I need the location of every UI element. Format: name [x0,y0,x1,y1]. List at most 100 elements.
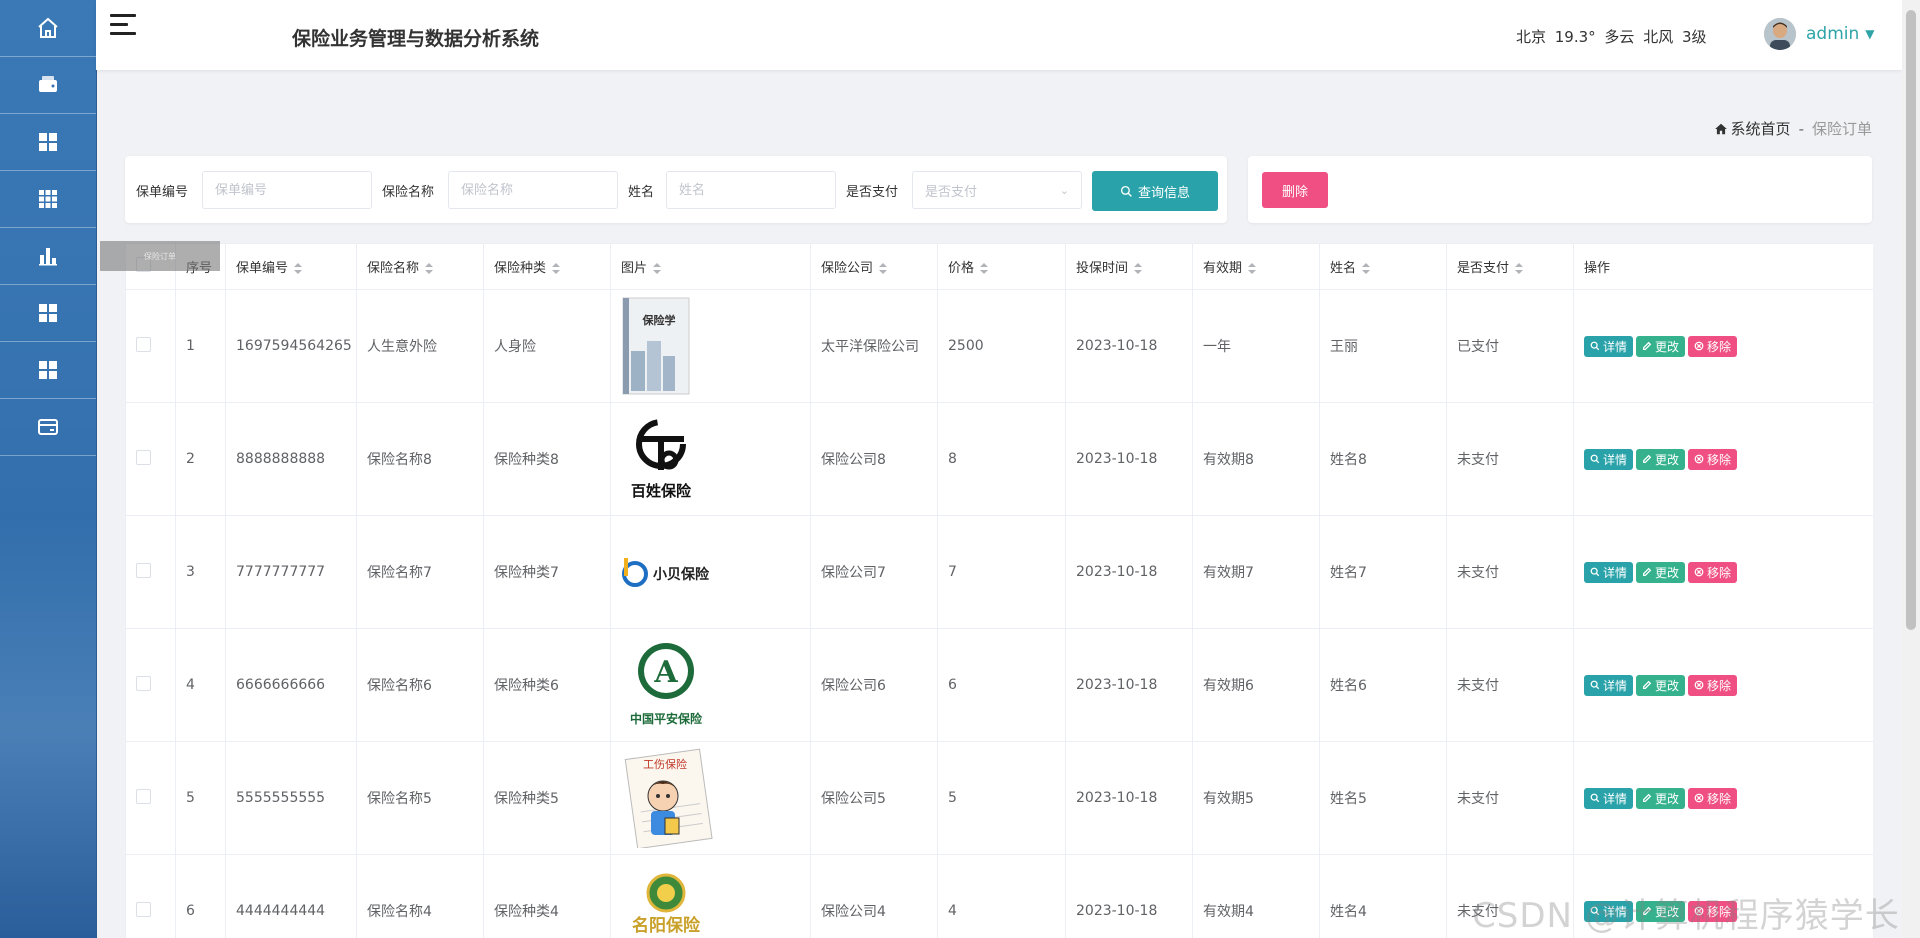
policy-no-input[interactable] [202,171,372,209]
menu-toggle-icon[interactable] [110,14,136,38]
sidebar-item-card[interactable] [0,399,96,456]
edit-button[interactable]: 更改 [1636,674,1686,696]
sort-icon[interactable] [294,262,303,275]
sort-icon[interactable] [1248,262,1257,275]
edit-label: 更改 [1655,452,1680,467]
sidebar-item-wallet[interactable] [0,57,96,114]
remove-label: 移除 [1707,452,1732,467]
header-insurance-type[interactable]: 保险种类 [483,243,611,290]
name-label: 姓名 [628,185,655,200]
cell-image: 名阳保险MINGYANG INSURANCE [610,854,811,938]
sort-icon[interactable] [1515,262,1524,275]
remove-button[interactable]: 移除 [1688,787,1738,809]
detail-button[interactable]: 详情 [1584,335,1634,357]
header-insurance-name[interactable]: 保险名称 [356,243,484,290]
scrollbar-thumb[interactable] [1906,10,1916,630]
row-checkbox[interactable] [136,449,151,465]
cell-insurance-type: 保险种类8 [483,402,611,516]
insurance-name-input[interactable] [448,171,618,209]
sort-icon[interactable] [552,262,561,275]
row-checkbox[interactable] [136,788,151,804]
cell-paid: 未支付 [1446,628,1574,742]
sort-icon[interactable] [1362,262,1371,275]
paid-select[interactable]: 是否支付 ⌄ [912,171,1082,209]
insurance-image: 保险学 [622,297,690,395]
cell-image: 工伤保险 [610,741,811,855]
top-header: 保险业务管理与数据分析系统 北京 19.3° 多云 北风 3级 admin ▼ [96,0,1902,70]
cell-validity: 有效期7 [1192,515,1320,629]
weather-info: 北京 19.3° 多云 北风 3级 [1516,28,1707,46]
logo-text: 名阳保险 [632,915,701,936]
cell-insurance-name: 保险名称8 [356,402,484,516]
sort-icon[interactable] [425,262,434,275]
edit-button[interactable]: 更改 [1636,335,1686,357]
edit-button[interactable]: 更改 [1636,448,1686,470]
detail-button[interactable]: 详情 [1584,561,1634,583]
sidebar-item-home[interactable] [0,0,96,57]
remove-label: 移除 [1707,339,1732,354]
cell-paid: 未支付 [1446,741,1574,855]
insurance-image: 小贝保险 [622,558,710,587]
header-validity[interactable]: 有效期 [1192,243,1320,290]
sidebar-item-grid-3[interactable] [0,342,96,399]
cell-name: 王丽 [1319,289,1447,403]
edit-button[interactable]: 更改 [1636,561,1686,583]
detail-button[interactable]: 详情 [1584,448,1634,470]
sidebar-item-table[interactable] [0,171,96,228]
insurance-image: 百姓保险 [631,419,692,500]
remove-label: 移除 [1707,791,1732,806]
header-date[interactable]: 投保时间 [1065,243,1193,290]
remove-button[interactable]: 移除 [1688,674,1738,696]
cell-policy-no: 7777777777 [225,515,357,629]
row-select-cell [125,402,176,516]
header-policy-no[interactable]: 保单编号 [225,243,357,290]
cell-date: 2023-10-18 [1065,854,1193,938]
cell-policy-no: 1697594564265 [225,289,357,403]
detail-label: 详情 [1603,452,1628,467]
paid-label: 是否支付 [846,185,899,200]
row-checkbox[interactable] [136,336,151,352]
cell-ops: 详情 更改 移除 [1573,289,1873,403]
edit-button[interactable]: 更改 [1636,787,1686,809]
sidebar-item-grid-2[interactable] [0,285,96,342]
remove-button[interactable]: 移除 [1688,448,1738,470]
edit-icon [1643,567,1652,576]
table-row: 4 6666666666 保险名称6 保险种类6 A 中国平安保险 保险公司6 6 2023-1… [125,628,1873,742]
sort-icon[interactable] [1134,262,1143,275]
cell-name: 姓名4 [1319,854,1447,938]
user-menu[interactable]: admin ▼ [1764,18,1875,50]
detail-button[interactable]: 详情 [1584,674,1634,696]
header-image[interactable]: 图片 [610,243,811,290]
query-button[interactable]: 查询信息 [1092,171,1218,211]
sidebar-item-grid-1[interactable] [0,114,96,171]
breadcrumb-home[interactable]: 系统首页 [1731,118,1791,139]
header-price[interactable]: 价格 [937,243,1066,290]
policy-no-label: 保单编号 [136,185,189,200]
cell-index: 4 [175,628,226,742]
cell-date: 2023-10-18 [1065,628,1193,742]
row-checkbox[interactable] [136,562,151,578]
detail-button[interactable]: 详情 [1584,787,1634,809]
header-name[interactable]: 姓名 [1319,243,1447,290]
header-paid[interactable]: 是否支付 [1446,243,1574,290]
cell-index: 6 [175,854,226,938]
row-select-cell [125,515,176,629]
header-company[interactable]: 保险公司 [810,243,938,290]
cell-price: 5 [937,741,1066,855]
sort-icon[interactable] [653,262,662,275]
name-input[interactable] [666,171,836,209]
dashboard-grid-icon [39,304,57,322]
cell-name: 姓名8 [1319,402,1447,516]
remove-button[interactable]: 移除 [1688,561,1738,583]
sort-icon[interactable] [980,262,989,275]
sidebar-item-chart[interactable] [0,228,96,285]
table-grid-icon [39,190,57,208]
remove-button[interactable]: 移除 [1688,335,1738,357]
cell-index: 2 [175,402,226,516]
sort-icon[interactable] [879,262,888,275]
row-checkbox[interactable] [136,901,151,917]
row-checkbox[interactable] [136,675,151,691]
page-scrollbar[interactable] [1902,0,1920,938]
delete-button[interactable]: 删除 [1262,172,1328,208]
cell-company: 保险公司8 [810,402,938,516]
